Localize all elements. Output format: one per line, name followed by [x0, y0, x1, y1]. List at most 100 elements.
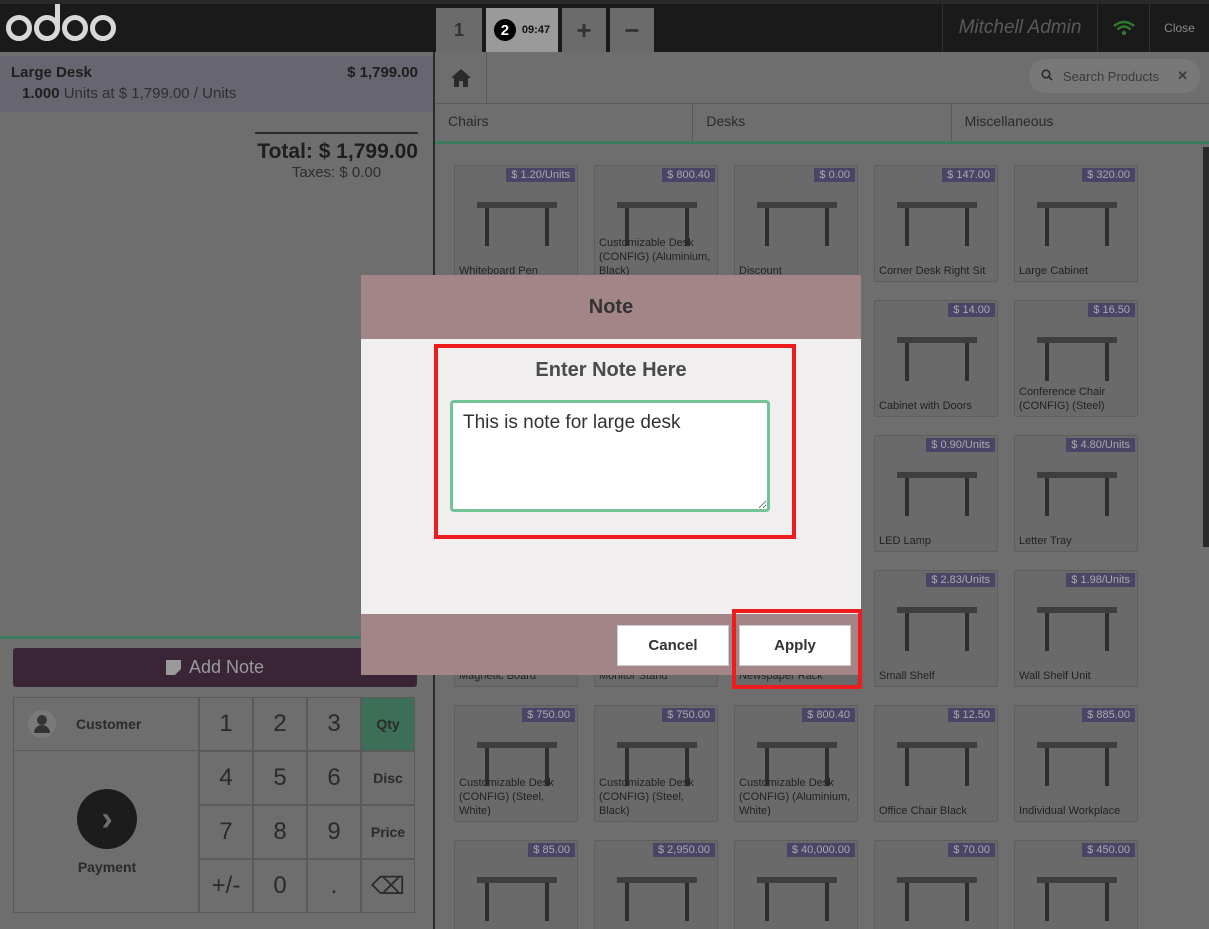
order-line-product: Large Desk: [11, 64, 92, 81]
product-card[interactable]: $ 16.50 Conference Chair (CONFIG) (Steel): [1014, 300, 1138, 417]
product-price: $ 14.00: [948, 303, 995, 317]
product-card[interactable]: $ 450.00: [1014, 840, 1138, 929]
product-card[interactable]: $ 0.00 Discount: [734, 165, 858, 282]
numpad-key-0[interactable]: 0: [253, 859, 307, 913]
category-desks[interactable]: Desks: [693, 104, 952, 141]
numpad-key-2[interactable]: 2: [253, 697, 307, 751]
product-card[interactable]: $ 14.00 Cabinet with Doors: [874, 300, 998, 417]
numpad-key-dot[interactable]: .: [307, 859, 361, 913]
search-box[interactable]: Search Products ✕: [1029, 59, 1200, 93]
numpad-key-1[interactable]: 1: [199, 697, 253, 751]
note-icon: [165, 660, 181, 675]
numpad-mode-qty[interactable]: Qty: [361, 697, 415, 751]
product-image: [887, 720, 987, 790]
scrollbar[interactable]: [1203, 147, 1209, 547]
product-card[interactable]: $ 320.00 Large Cabinet: [1014, 165, 1138, 282]
dialog-title: Note: [361, 275, 861, 339]
apply-button[interactable]: Apply: [739, 625, 851, 666]
backspace-icon[interactable]: ⌫: [361, 859, 415, 913]
numpad-key-5[interactable]: 5: [253, 751, 307, 805]
product-card[interactable]: $ 2.83/Units Small Shelf: [874, 570, 998, 687]
product-card[interactable]: $ 12.50 Office Chair Black: [874, 705, 998, 822]
product-price: $ 40,000.00: [786, 843, 855, 857]
product-card[interactable]: $ 800.40 Customizable Desk (CONFIG) (Alum…: [734, 705, 858, 822]
order-total: Total: $ 1,799.00: [257, 140, 418, 163]
numpad-key-8[interactable]: 8: [253, 805, 307, 859]
product-image: [887, 855, 987, 925]
product-card[interactable]: $ 750.00 Customizable Desk (CONFIG) (Stee…: [594, 705, 718, 822]
user-name[interactable]: Mitchell Admin: [942, 4, 1097, 52]
product-card[interactable]: $ 147.00 Corner Desk Right Sit: [874, 165, 998, 282]
numpad-mode-disc[interactable]: Disc: [361, 751, 415, 805]
product-image: [887, 180, 987, 250]
category-miscellaneous[interactable]: Miscellaneous: [952, 104, 1209, 141]
home-icon[interactable]: [435, 52, 487, 104]
product-card[interactable]: $ 885.00 Individual Workplace: [1014, 705, 1138, 822]
numpad-key-sign[interactable]: +/-: [199, 859, 253, 913]
note-textarea[interactable]: This is note for large desk: [450, 400, 770, 512]
product-image: [1027, 315, 1127, 385]
product-price: $ 1.20/Units: [506, 168, 575, 182]
product-image: [1027, 180, 1127, 250]
product-card[interactable]: $ 1.20/Units Whiteboard Pen: [454, 165, 578, 282]
order-line[interactable]: Large Desk $ 1,799.00 1.000 Units at $ 1…: [0, 56, 433, 112]
clear-search-icon[interactable]: ✕: [1177, 68, 1188, 84]
order-tabs: 1 2 09:47 + −: [436, 4, 654, 52]
product-card[interactable]: $ 40,000.00: [734, 840, 858, 929]
chevron-right-icon: ›: [77, 789, 137, 849]
order-line-price: $ 1,799.00: [347, 64, 418, 81]
product-image: [747, 855, 847, 925]
search-input[interactable]: Search Products: [1063, 69, 1159, 84]
product-card[interactable]: $ 85.00: [454, 840, 578, 929]
product-price: $ 800.40: [802, 708, 855, 722]
product-price: $ 750.00: [522, 708, 575, 722]
product-card[interactable]: $ 2,950.00: [594, 840, 718, 929]
product-name: Large Cabinet: [1019, 265, 1089, 277]
numpad-mode-price[interactable]: Price: [361, 805, 415, 859]
search-icon: [1041, 68, 1053, 84]
product-image: [467, 180, 567, 250]
product-name: Customizable Desk (CONFIG) (Aluminium, W…: [739, 777, 851, 817]
product-name: Office Chair Black: [879, 805, 967, 817]
order-tab-1[interactable]: 1: [436, 8, 482, 52]
product-card[interactable]: $ 800.40 Customizable Desk (CONFIG) (Alum…: [594, 165, 718, 282]
product-price: $ 450.00: [1082, 843, 1135, 857]
close-button[interactable]: Close: [1149, 4, 1209, 52]
numpad-key-3[interactable]: 3: [307, 697, 361, 751]
note-label: Enter Note Here: [535, 359, 687, 381]
product-card[interactable]: $ 4.80/Units Letter Tray: [1014, 435, 1138, 552]
product-image: [1027, 855, 1127, 925]
product-price: $ 2.83/Units: [926, 573, 995, 587]
product-image: [1027, 450, 1127, 520]
product-name: Wall Shelf Unit: [1019, 670, 1091, 682]
customer-button[interactable]: Customer: [13, 697, 199, 751]
product-image: [607, 855, 707, 925]
add-note-button[interactable]: Add Note: [13, 648, 417, 687]
numpad-key-7[interactable]: 7: [199, 805, 253, 859]
payment-button[interactable]: › Payment: [13, 751, 199, 913]
numpad-key-6[interactable]: 6: [307, 751, 361, 805]
numpad-key-9[interactable]: 9: [307, 805, 361, 859]
numpad-key-4[interactable]: 4: [199, 751, 253, 805]
product-card[interactable]: $ 70.00: [874, 840, 998, 929]
add-order-button[interactable]: +: [562, 8, 606, 52]
top-bar: 1 2 09:47 + − Mitchell Admin Close: [0, 4, 1209, 52]
product-card[interactable]: $ 1.98/Units Wall Shelf Unit: [1014, 570, 1138, 687]
product-card[interactable]: $ 0.90/Units LED Lamp: [874, 435, 998, 552]
product-price: $ 0.00: [814, 168, 855, 182]
product-price: $ 885.00: [1082, 708, 1135, 722]
product-image: [1027, 585, 1127, 655]
numpad-keys: 1 2 3 Qty 4 5 6 Disc 7 8 9 Price +/- 0 .…: [199, 697, 417, 913]
note-dialog: Note Enter Note Here This is note for la…: [361, 275, 861, 675]
add-note-label: Add Note: [188, 657, 265, 677]
product-name: Individual Workplace: [1019, 805, 1121, 817]
product-price: $ 1.98/Units: [1066, 573, 1135, 587]
product-name: Cabinet with Doors: [879, 400, 972, 412]
order-line-qty: 1.000: [22, 85, 60, 102]
product-card[interactable]: $ 750.00 Customizable Desk (CONFIG) (Stee…: [454, 705, 578, 822]
product-image: [747, 180, 847, 250]
category-chairs[interactable]: Chairs: [435, 104, 694, 141]
order-tab-2[interactable]: 2 09:47: [486, 8, 558, 52]
cancel-button[interactable]: Cancel: [617, 625, 729, 666]
remove-order-button[interactable]: −: [610, 8, 654, 52]
